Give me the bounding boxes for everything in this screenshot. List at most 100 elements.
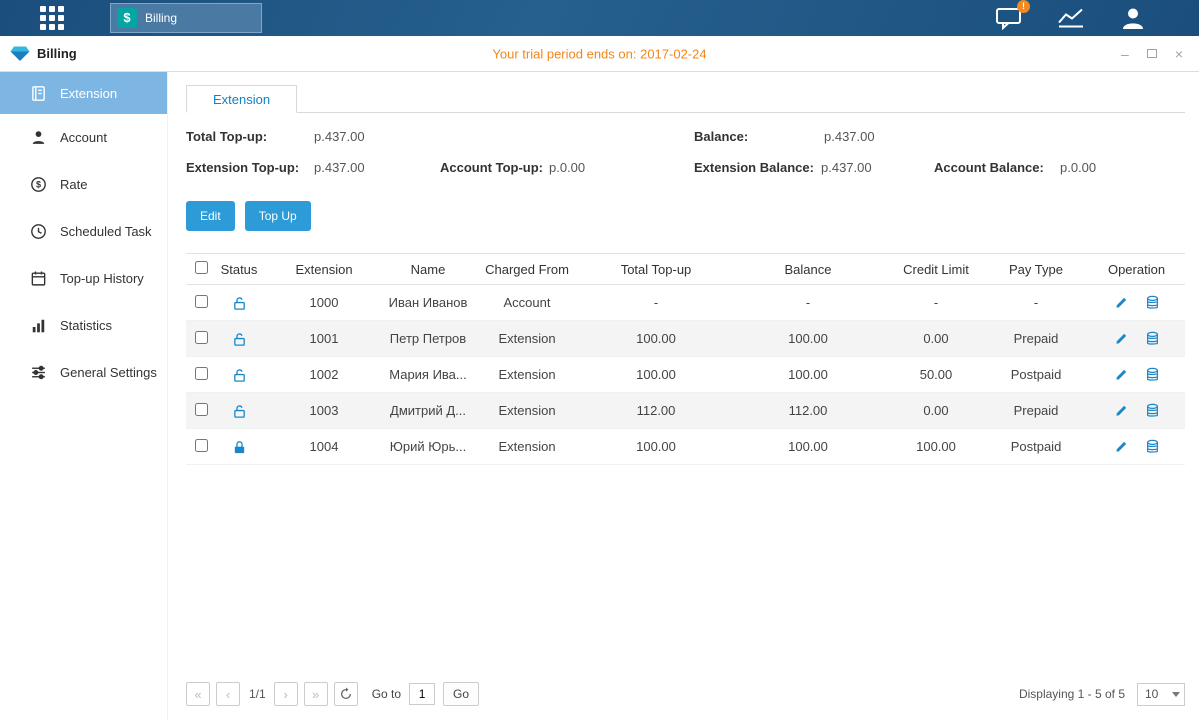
cell-total-topup: - <box>584 285 728 321</box>
select-all-checkbox[interactable] <box>195 261 208 274</box>
top-up-row-icon[interactable] <box>1145 331 1160 346</box>
refresh-button[interactable] <box>334 682 358 706</box>
column-header: Total Top-up <box>584 254 728 285</box>
cell-credit-limit: 0.00 <box>888 321 984 357</box>
table-header-row: StatusExtensionNameCharged FromTotal Top… <box>186 254 1185 285</box>
lock-open-icon[interactable] <box>232 332 247 347</box>
goto-label: Go to <box>372 687 401 701</box>
balance-summary: Total Top-up: p.437.00 Balance: p.437.00… <box>186 123 1185 187</box>
top-up-row-icon[interactable] <box>1145 367 1160 382</box>
sidebar-item-label: General Settings <box>60 365 157 380</box>
column-header: Extension <box>262 254 386 285</box>
go-button[interactable]: Go <box>443 682 479 706</box>
goto-page-input[interactable] <box>409 683 435 705</box>
minimize-button[interactable]: – <box>1121 46 1129 62</box>
cell-charged-from: Account <box>470 285 584 321</box>
balance-label: Balance: <box>694 129 748 144</box>
page-indicator: 1/1 <box>249 687 266 701</box>
total-topup-label: Total Top-up: <box>186 129 267 144</box>
lock-closed-icon[interactable] <box>232 440 247 455</box>
top-bar: $ Billing ! <box>0 0 1199 36</box>
account-balance-label: Account Balance: <box>934 160 1044 175</box>
notifications-button[interactable]: ! <box>995 6 1023 30</box>
close-button[interactable]: × <box>1175 46 1183 62</box>
main-panel: Extension Total Top-up: p.437.00 Balance… <box>168 72 1199 720</box>
cell-credit-limit: 50.00 <box>888 357 984 393</box>
window-controls: – × <box>1121 46 1183 62</box>
first-page-button[interactable]: « <box>186 682 210 706</box>
maximize-button[interactable] <box>1147 49 1157 58</box>
trial-notice: Your trial period ends on: 2017-02-24 <box>492 46 706 61</box>
lock-open-icon[interactable] <box>232 296 247 311</box>
reports-button[interactable] <box>1057 6 1085 30</box>
edit-row-icon[interactable] <box>1114 439 1129 454</box>
app-tab-label: Billing <box>145 11 177 25</box>
table-row[interactable]: 1002 Мария Ива... Extension 100.00 100.0… <box>186 357 1185 393</box>
cell-status <box>216 357 262 393</box>
cell-pay-type: - <box>984 285 1088 321</box>
top-up-row-icon[interactable] <box>1145 439 1160 454</box>
sidebar-item-account[interactable]: Account <box>0 114 167 161</box>
sidebar-item-rate[interactable]: $ Rate <box>0 161 167 208</box>
cell-status <box>216 321 262 357</box>
page-size-select[interactable]: 10 <box>1137 683 1185 706</box>
cell-charged-from: Extension <box>470 393 584 429</box>
cell-credit-limit: 100.00 <box>888 429 984 465</box>
edit-row-icon[interactable] <box>1114 295 1129 310</box>
chevron-down-icon <box>1168 684 1184 705</box>
total-topup-value: p.437.00 <box>314 129 365 144</box>
row-checkbox[interactable] <box>195 295 208 308</box>
column-header: Operation <box>1088 254 1185 285</box>
cell-credit-limit: 0.00 <box>888 393 984 429</box>
account-topup-value: p.0.00 <box>549 160 585 175</box>
row-select-cell <box>186 321 216 357</box>
next-page-button[interactable]: › <box>274 682 298 706</box>
table-row[interactable]: 1001 Петр Петров Extension 100.00 100.00… <box>186 321 1185 357</box>
sidebar-item-scheduled-task[interactable]: Scheduled Task <box>0 208 167 255</box>
tab-extension[interactable]: Extension <box>186 85 297 113</box>
sidebar: Extension Account $ Rate Scheduled Task … <box>0 72 168 720</box>
lock-open-icon[interactable] <box>232 368 247 383</box>
pagination-right: Displaying 1 - 5 of 5 10 <box>1019 683 1185 706</box>
row-checkbox[interactable] <box>195 439 208 452</box>
billing-app-tab[interactable]: $ Billing <box>110 3 262 33</box>
app-launcher-icon[interactable] <box>38 5 66 31</box>
table-row[interactable]: 1000 Иван Иванов Account - - - - <box>186 285 1185 321</box>
cell-status <box>216 393 262 429</box>
sidebar-item-label: Top-up History <box>60 271 144 286</box>
person-icon <box>30 129 47 146</box>
lock-open-icon[interactable] <box>232 404 247 419</box>
sidebar-item-general-settings[interactable]: General Settings <box>0 349 167 396</box>
refresh-icon <box>339 687 353 701</box>
edit-button[interactable]: Edit <box>186 201 235 231</box>
displaying-text: Displaying 1 - 5 of 5 <box>1019 687 1125 701</box>
clock-icon <box>30 223 47 240</box>
row-checkbox[interactable] <box>195 331 208 344</box>
row-checkbox[interactable] <box>195 403 208 416</box>
sidebar-item-topup-history[interactable]: Top-up History <box>0 255 167 302</box>
last-page-button[interactable]: » <box>304 682 328 706</box>
extension-table: StatusExtensionNameCharged FromTotal Top… <box>186 253 1185 465</box>
top-up-button[interactable]: Top Up <box>245 201 311 231</box>
row-checkbox[interactable] <box>195 367 208 380</box>
account-menu-button[interactable] <box>1119 6 1147 30</box>
cell-charged-from: Extension <box>470 321 584 357</box>
sidebar-item-statistics[interactable]: Statistics <box>0 302 167 349</box>
table-row[interactable]: 1003 Дмитрий Д... Extension 112.00 112.0… <box>186 393 1185 429</box>
billing-logo-icon <box>10 45 30 62</box>
top-up-row-icon[interactable] <box>1145 295 1160 310</box>
action-buttons: Edit Top Up <box>186 201 1185 231</box>
top-up-row-icon[interactable] <box>1145 403 1160 418</box>
cell-pay-type: Prepaid <box>984 321 1088 357</box>
edit-row-icon[interactable] <box>1114 403 1129 418</box>
extension-topup-value: p.437.00 <box>314 160 365 175</box>
edit-row-icon[interactable] <box>1114 331 1129 346</box>
sidebar-item-extension[interactable]: Extension <box>0 72 167 114</box>
cell-pay-type: Postpaid <box>984 429 1088 465</box>
prev-page-button[interactable]: ‹ <box>216 682 240 706</box>
row-select-cell <box>186 285 216 321</box>
cell-total-topup: 100.00 <box>584 429 728 465</box>
column-header: Status <box>216 254 262 285</box>
edit-row-icon[interactable] <box>1114 367 1129 382</box>
table-row[interactable]: 1004 Юрий Юрь... Extension 100.00 100.00… <box>186 429 1185 465</box>
